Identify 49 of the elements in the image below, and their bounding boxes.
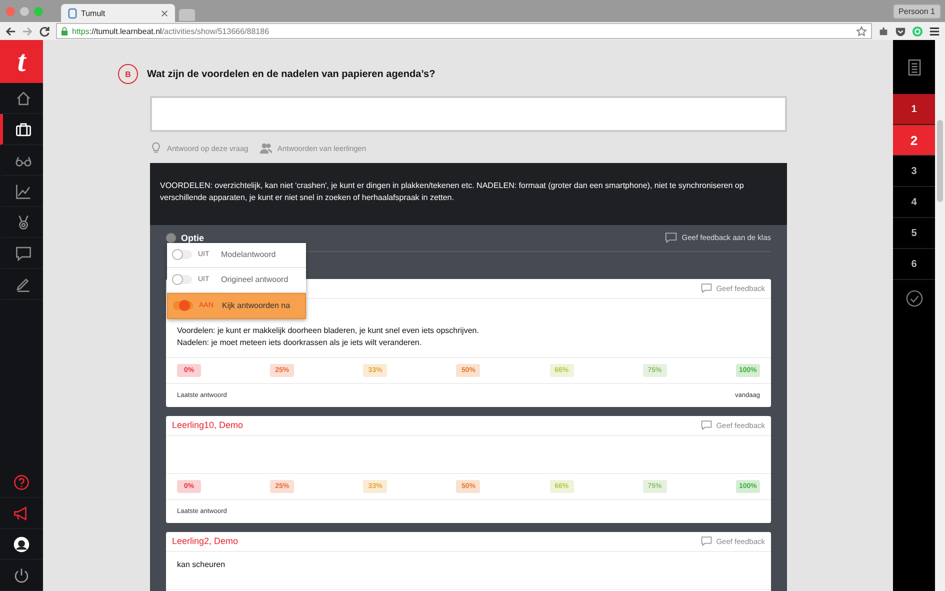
puzzle-icon[interactable] [878,26,889,36]
comment-icon [664,232,677,244]
user-avatar-icon [13,536,30,552]
comment-icon [701,536,712,546]
student-answer-text: kan scheuren [177,558,226,571]
question-title: Wat zijn de voordelen en de nadelen van papieren agenda’s? [147,68,436,80]
people-icon [260,142,272,154]
student-name: Leerling2, Demo [172,536,238,546]
star-icon[interactable] [856,26,867,36]
toggle-switch[interactable] [172,250,192,260]
briefcase-icon [14,120,32,138]
lock-icon [61,26,68,36]
close-icon[interactable] [161,10,168,16]
speech-bubble-icon [14,244,32,262]
comment-icon [701,283,712,294]
comment-icon [701,420,712,430]
student-name: Leerling10, Demo [172,420,244,430]
answer-input-field[interactable] [150,96,787,132]
options-toggle-icon[interactable] [166,232,176,243]
page-favicon [68,8,77,18]
line-chart-icon [14,182,32,200]
app-logo[interactable]: t [0,40,43,83]
toggle-switch[interactable] [173,301,193,310]
back-icon[interactable] [5,26,16,36]
browser-tab[interactable]: Tumult [61,4,175,22]
power-icon [13,566,30,584]
question-nav-item[interactable]: 2 [893,125,935,156]
options-label[interactable]: Optie [181,232,204,243]
question-nav-item[interactable]: 1 [893,94,935,125]
model-answer-text: VOORDELEN: overzichtelijk, kan niet 'crashen', je kunt er dingen in plakken/tekenen etc. NADELEN: formaat (groter dan een smartphone), niet te synchroniseren op verschillende apparaten, je kunt er niet snel in zoeken of herhaalafspraak in zetten. [150,163,787,225]
student-answer-text: Voordelen: je kunt er makkelijk doorheen bladeren, je kunt snel even iets opschrijven. Nadelen: je moet meteen iets doorkrassen als je iets wilt veranderen. [177,324,480,349]
document-icon[interactable] [908,58,920,76]
tab-title: Tumult [81,8,106,18]
menu-item-label: Modelantwoord [221,250,276,260]
profile-button[interactable]: Persoon 1 [892,4,941,18]
help-icon [13,474,30,490]
lightbulb-icon [150,142,162,154]
home-icon [14,90,32,106]
menu-icon[interactable] [929,26,940,36]
scrollbar-thumb[interactable] [937,120,943,202]
reload-icon[interactable] [39,26,50,36]
toggle-switch[interactable] [172,275,192,284]
pencil-icon [14,276,32,292]
sidebar-item[interactable] [0,114,43,145]
menu-item-label: Kijk antwoorden na [222,301,290,310]
question-letter-badge: B [118,64,138,84]
address-field[interactable]: https://tumult.learnbeat.nl/activities/show/513666/88186 [56,23,872,39]
menu-item-label: Origineel antwoord [221,275,288,284]
checkmark-circle-icon[interactable] [906,290,922,306]
